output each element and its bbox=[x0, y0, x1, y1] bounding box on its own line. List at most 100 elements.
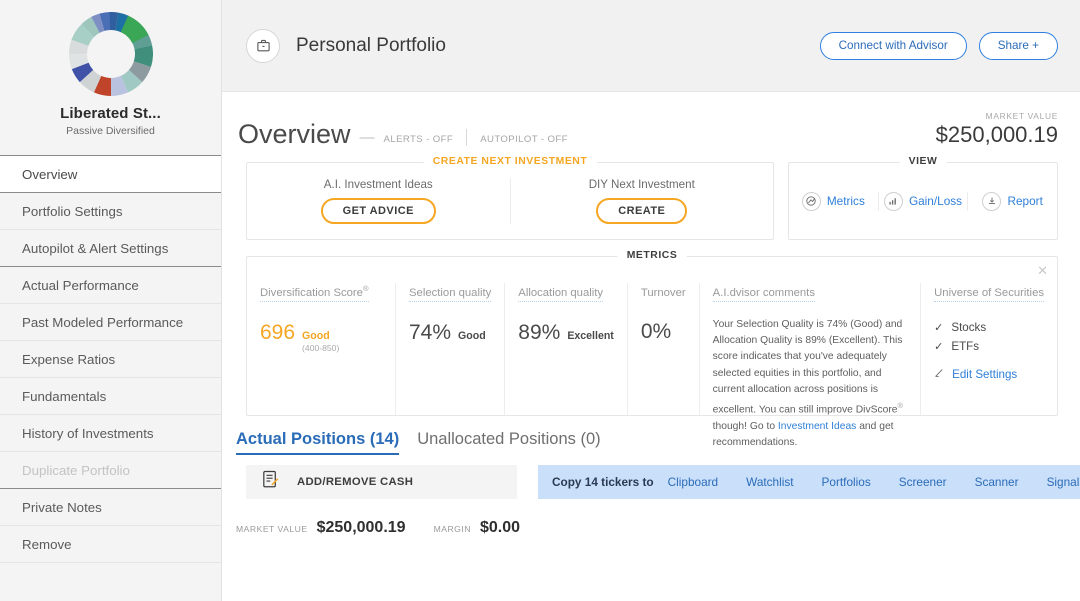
metric-tag: Good bbox=[458, 330, 486, 342]
copy-target-scanner[interactable]: Scanner bbox=[961, 475, 1033, 489]
sidebar-item-label: Private Notes bbox=[22, 500, 102, 515]
panels-row: CREATE NEXT INVESTMENT A.I. Investment I… bbox=[222, 148, 1080, 240]
metric-value: 0% bbox=[641, 320, 671, 344]
metric-value-row: 74% Good bbox=[409, 321, 491, 345]
copy-target-portfolios[interactable]: Portfolios bbox=[808, 475, 885, 489]
universe-item-label: Stocks bbox=[951, 321, 986, 334]
sidebar-item-overview[interactable]: Overview bbox=[0, 156, 221, 193]
view-report-button[interactable]: Report bbox=[967, 192, 1057, 211]
sidebar-item-label: History of Investments bbox=[22, 426, 154, 441]
metric-diversification-score: Diversification Score® 696 Good (400-850… bbox=[247, 283, 395, 415]
footer-margin-label: MARGIN bbox=[434, 524, 471, 534]
market-value-amount: $250,000.19 bbox=[936, 122, 1058, 148]
view-metrics-button[interactable]: Metrics bbox=[789, 192, 878, 211]
sidebar-item-portfolio-settings[interactable]: Portfolio Settings bbox=[0, 193, 221, 230]
donut-chart-icon bbox=[0, 12, 221, 96]
metric-value-row: 0% bbox=[641, 320, 686, 344]
sidebar-item-past-modeled-performance[interactable]: Past Modeled Performance bbox=[0, 304, 221, 341]
sidebar-item-autopilot-alert-settings[interactable]: Autopilot & Alert Settings bbox=[0, 230, 221, 267]
overview-header: Overview — ALERTS - OFF AUTOPILOT - OFF … bbox=[222, 92, 1080, 148]
topbar-actions: Connect with Advisor Share + bbox=[820, 32, 1058, 60]
sidebar-item-label: Actual Performance bbox=[22, 278, 139, 293]
sidebar-item-label: Overview bbox=[22, 167, 77, 182]
metric-selection-quality: Selection quality 74% Good bbox=[395, 283, 504, 415]
market-value-block: MARKET VALUE $250,000.19 bbox=[936, 111, 1058, 148]
autopilot-status[interactable]: AUTOPILOT - OFF bbox=[480, 134, 568, 145]
metric-label: Turnover bbox=[641, 287, 686, 301]
metrics-panel: METRICS ✕ Diversification Score® 696 Goo… bbox=[246, 256, 1058, 416]
sidebar-item-duplicate-portfolio: Duplicate Portfolio bbox=[0, 452, 221, 489]
sidebar-item-expense-ratios[interactable]: Expense Ratios bbox=[0, 341, 221, 378]
advisor-text-reg: ® bbox=[898, 401, 904, 410]
topbar: Personal Portfolio Connect with Advisor … bbox=[222, 0, 1080, 92]
footer-margin-value: $0.00 bbox=[480, 519, 520, 537]
add-remove-cash-label: ADD/REMOVE CASH bbox=[297, 476, 413, 488]
sidebar-item-label: Autopilot & Alert Settings bbox=[22, 241, 168, 256]
universe-item-label: ETFs bbox=[951, 340, 979, 353]
view-item-label: Report bbox=[1007, 194, 1042, 208]
pencil-icon bbox=[934, 367, 945, 381]
metric-value-row: 89% Excellent bbox=[518, 321, 614, 345]
close-icon[interactable]: ✕ bbox=[1037, 264, 1048, 277]
metric-tag: Excellent bbox=[567, 330, 614, 342]
metric-value: 89% bbox=[518, 321, 560, 345]
footer-market-value: $250,000.19 bbox=[317, 519, 406, 537]
metric-tag-text: Good bbox=[302, 330, 330, 342]
briefcase-icon bbox=[246, 29, 280, 63]
metric-value: 696 bbox=[260, 321, 295, 345]
copy-target-signals[interactable]: Signals bbox=[1033, 475, 1080, 489]
view-item-label: Metrics bbox=[827, 194, 865, 208]
overview-dash: — bbox=[360, 129, 375, 146]
view-gainloss-button[interactable]: Gain/Loss bbox=[878, 192, 968, 211]
check-icon: ✓ bbox=[934, 321, 943, 334]
copy-target-watchlist[interactable]: Watchlist bbox=[732, 475, 807, 489]
page-title: Personal Portfolio bbox=[296, 35, 446, 57]
edit-document-icon bbox=[260, 469, 281, 495]
advisor-text-part1: Your Selection Quality is 74% (Good) and… bbox=[713, 319, 903, 415]
sidebar-item-label: Fundamentals bbox=[22, 389, 106, 404]
sidebar-item-label: Expense Ratios bbox=[22, 352, 115, 367]
investment-ideas-link[interactable]: Investment Ideas bbox=[778, 421, 856, 432]
copy-target-screener[interactable]: Screener bbox=[885, 475, 961, 489]
metric-tag: Good (400-850) bbox=[302, 330, 339, 353]
sidebar-item-private-notes[interactable]: Private Notes bbox=[0, 489, 221, 526]
market-value-label: MARKET VALUE bbox=[936, 111, 1058, 121]
advisor-comments-text: Your Selection Quality is 74% (Good) and… bbox=[713, 317, 907, 451]
portfolio-strategy: Passive Diversified bbox=[0, 125, 221, 137]
metrics-panel-legend: METRICS bbox=[618, 250, 687, 261]
metric-label-text: Diversification Score bbox=[260, 287, 363, 299]
sidebar: Liberated St... Passive Diversified Over… bbox=[0, 0, 222, 601]
metric-universe-of-securities: Universe of Securities ✓ Stocks ✓ ETFs bbox=[920, 283, 1057, 415]
copy-target-clipboard[interactable]: Clipboard bbox=[654, 475, 733, 489]
app-root: Liberated St... Passive Diversified Over… bbox=[0, 0, 1080, 601]
metric-label: Selection quality bbox=[409, 287, 491, 302]
metric-range: (400-850) bbox=[302, 343, 339, 353]
universe-label: Universe of Securities bbox=[934, 287, 1044, 302]
add-remove-cash-button[interactable]: ADD/REMOVE CASH bbox=[246, 465, 517, 499]
positions-action-bar: ADD/REMOVE CASH Copy 14 tickers to Clipb… bbox=[222, 455, 1080, 499]
tab-actual-positions[interactable]: Actual Positions (14) bbox=[236, 430, 399, 455]
sidebar-item-history-of-investments[interactable]: History of Investments bbox=[0, 415, 221, 452]
create-button[interactable]: CREATE bbox=[596, 198, 687, 224]
metric-allocation-quality: Allocation quality 89% Excellent bbox=[504, 283, 627, 415]
get-advice-button[interactable]: GET ADVICE bbox=[321, 198, 436, 224]
sidebar-item-remove[interactable]: Remove bbox=[0, 526, 221, 563]
create-next-investment-panel: CREATE NEXT INVESTMENT A.I. Investment I… bbox=[246, 162, 774, 240]
metrics-wrap: METRICS ✕ Diversification Score® 696 Goo… bbox=[222, 240, 1080, 416]
share-button[interactable]: Share + bbox=[979, 32, 1058, 60]
edit-settings-label: Edit Settings bbox=[952, 368, 1017, 381]
diy-next-investment-label: DIY Next Investment bbox=[589, 178, 695, 191]
edit-settings-button[interactable]: Edit Settings bbox=[934, 367, 1044, 381]
view-panel-legend: VIEW bbox=[900, 156, 947, 167]
metric-value: 74% bbox=[409, 321, 451, 345]
sidebar-item-fundamentals[interactable]: Fundamentals bbox=[0, 378, 221, 415]
metric-advisor-comments: A.I.dvisor comments Your Selection Quali… bbox=[699, 283, 920, 415]
connect-with-advisor-button[interactable]: Connect with Advisor bbox=[820, 32, 967, 60]
view-item-label: Gain/Loss bbox=[909, 194, 962, 208]
sidebar-item-actual-performance[interactable]: Actual Performance bbox=[0, 267, 221, 304]
metric-turnover: Turnover 0% bbox=[627, 283, 699, 415]
tab-unallocated-positions[interactable]: Unallocated Positions (0) bbox=[417, 430, 600, 453]
alerts-status[interactable]: ALERTS - OFF bbox=[384, 134, 454, 145]
positions-tabs: Actual Positions (14) Unallocated Positi… bbox=[222, 416, 1080, 455]
diy-next-investment-column: DIY Next Investment CREATE bbox=[510, 178, 774, 224]
